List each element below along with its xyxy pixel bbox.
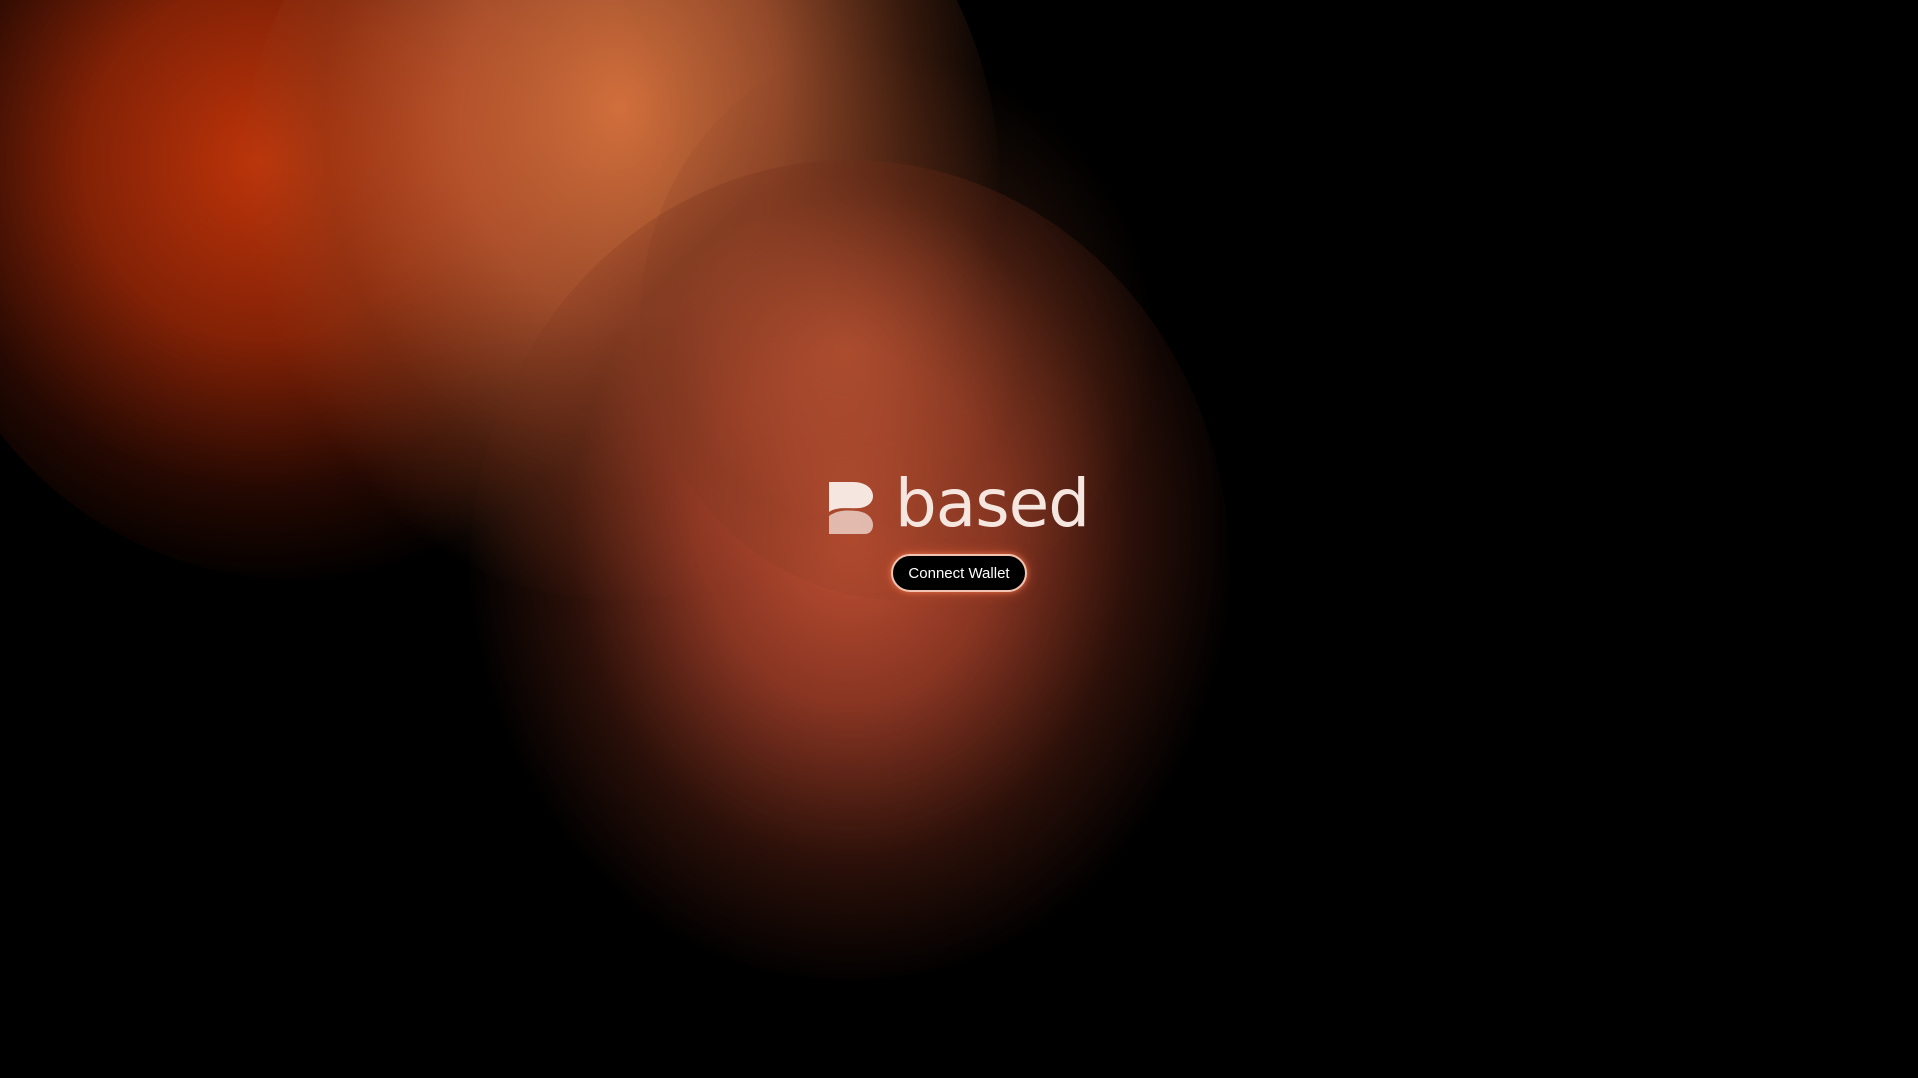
brand-wordmark: based [894,465,1090,542]
based-b-logo-icon [828,482,873,534]
hero: based Connect Wallet [0,471,1918,592]
connect-wallet-button[interactable]: Connect Wallet [891,554,1027,592]
brand-logo: based [828,471,1090,537]
landing-page: based Connect Wallet [0,0,1918,1078]
